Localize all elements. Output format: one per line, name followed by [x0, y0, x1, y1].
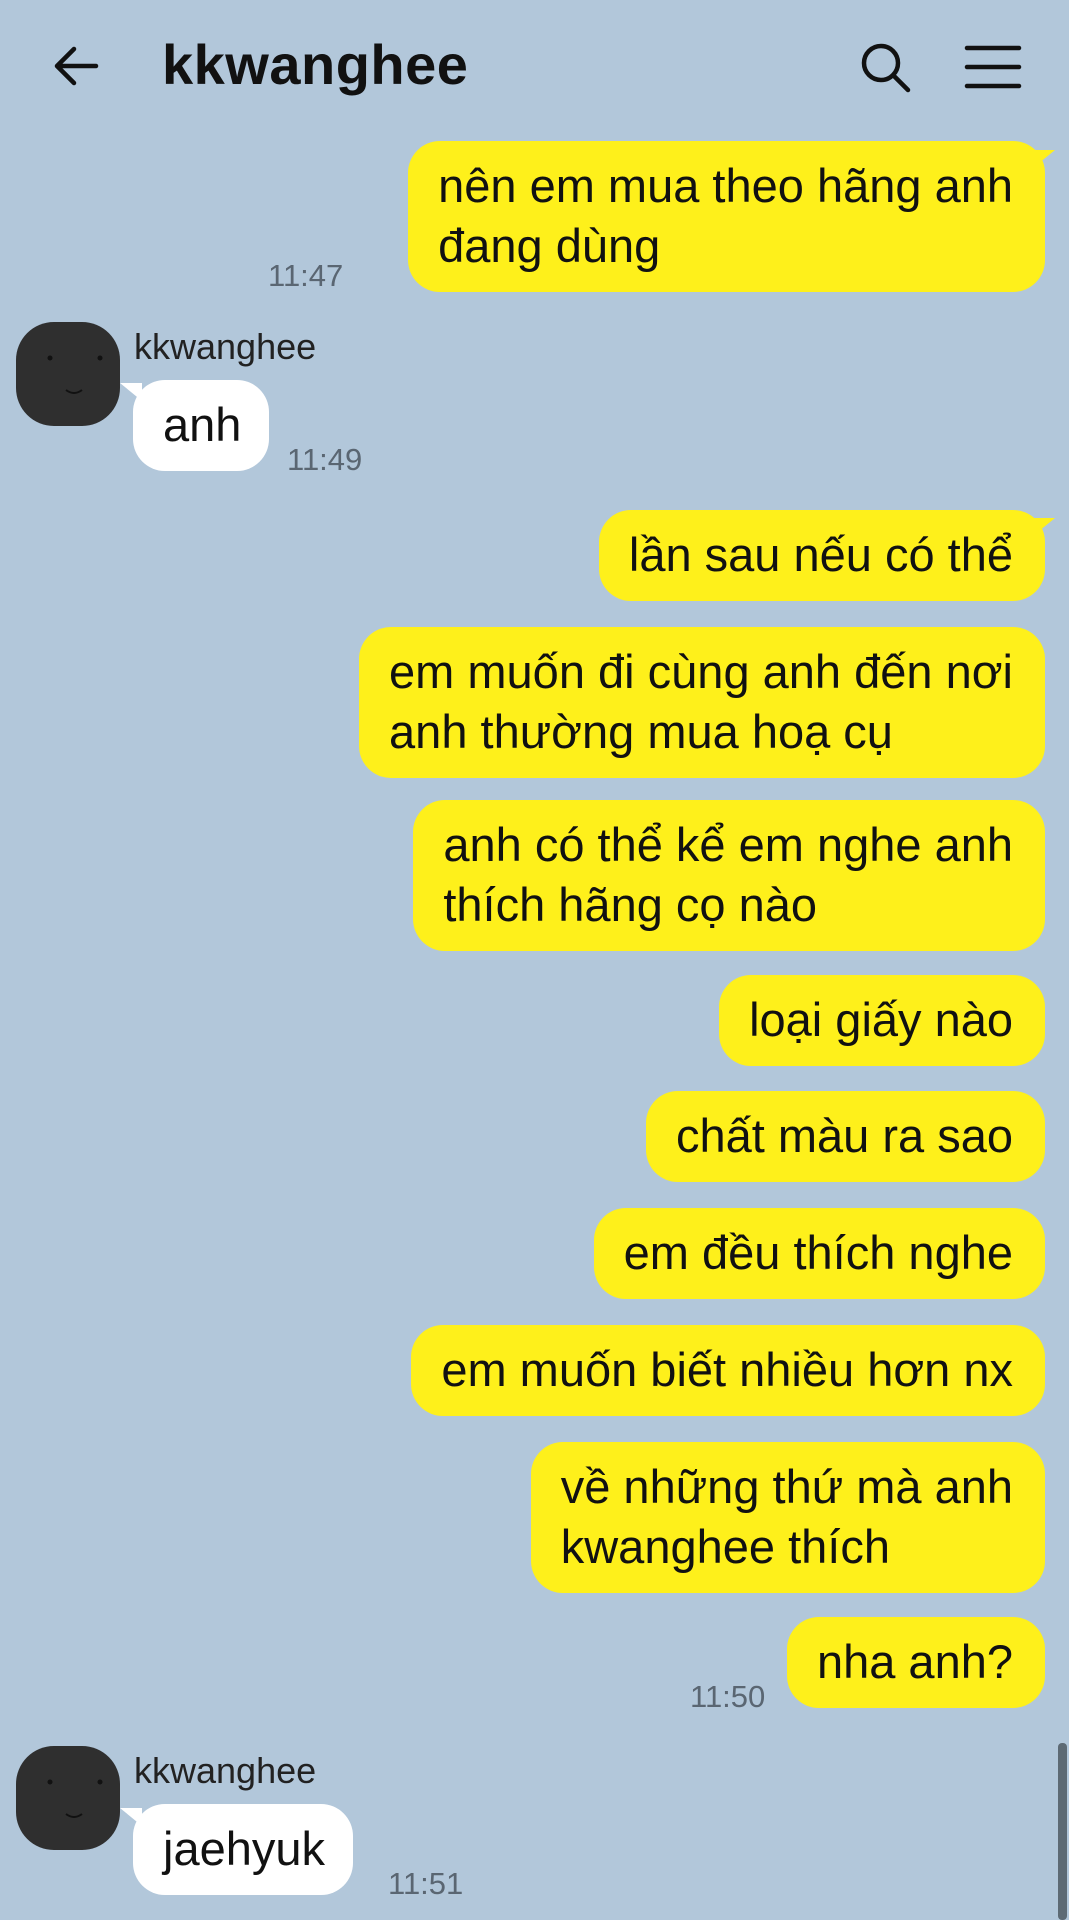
message-line: em muốn đi cùng anh đến nơi: [389, 645, 1013, 698]
my-message-bubble[interactable]: anh có thể kể em nghe anh thích hãng cọ …: [413, 800, 1045, 951]
message-time: 11:47: [268, 258, 344, 293]
message-line: chất màu ra sao: [675, 1109, 1013, 1162]
avatar[interactable]: [16, 1746, 120, 1850]
bubble-tail: [1033, 150, 1055, 168]
sender-name: kkwanghee: [134, 1750, 317, 1791]
arrow-left-icon: [54, 46, 99, 86]
their-message-bubble[interactable]: jaehyuk: [133, 1804, 353, 1895]
message-time: 11:49: [287, 442, 363, 477]
message-line: anh thường mua hoạ cụ: [389, 705, 893, 758]
search-icon: [861, 43, 911, 93]
my-message-bubble[interactable]: nên em mua theo hãng anh đang dùng: [408, 141, 1045, 292]
message-line: jaehyuk: [163, 1822, 325, 1875]
sender-name: kkwanghee: [134, 326, 317, 367]
message-line: kwanghee thích: [560, 1520, 890, 1573]
my-message-bubble[interactable]: nha anh?: [786, 1617, 1045, 1708]
message-line: em muốn biết nhiều hơn nx: [441, 1343, 1013, 1396]
hamburger-menu-icon: [964, 45, 1022, 89]
back-button[interactable]: [46, 38, 106, 98]
my-message-bubble[interactable]: về những thứ mà anh kwanghee thích: [530, 1442, 1045, 1593]
message-line: loại giấy nào: [749, 993, 1013, 1046]
message-line: anh có thể kể em nghe anh: [443, 818, 1013, 871]
message-time: 11:51: [388, 1866, 464, 1901]
my-message-bubble[interactable]: em muốn đi cùng anh đến nơi anh thường m…: [359, 627, 1045, 778]
message-line: anh: [163, 398, 242, 451]
chat-header: kkwanghee: [0, 0, 1069, 130]
message-line: em đều thích nghe: [623, 1226, 1013, 1279]
message-time: 11:50: [690, 1679, 766, 1714]
message-line: lần sau nếu có thể: [628, 528, 1013, 581]
menu-button[interactable]: [963, 40, 1023, 96]
message-line: đang dùng: [438, 219, 661, 272]
message-line: về những thứ mà anh: [560, 1460, 1013, 1513]
my-message-bubble[interactable]: em muốn biết nhiều hơn nx: [411, 1325, 1045, 1416]
message-line: thích hãng cọ nào: [443, 878, 818, 931]
chat-title: kkwanghee: [162, 33, 469, 96]
my-message-bubble[interactable]: lần sau nếu có thể: [598, 510, 1045, 601]
scrollbar[interactable]: [1058, 1743, 1067, 1920]
my-message-bubble[interactable]: chất màu ra sao: [645, 1091, 1045, 1182]
bubble-tail: [1033, 518, 1055, 536]
message-line: nên em mua theo hãng anh: [438, 159, 1013, 212]
search-button[interactable]: [855, 38, 917, 100]
my-message-bubble[interactable]: em đều thích nghe: [593, 1208, 1045, 1299]
their-message-bubble[interactable]: anh: [133, 380, 270, 471]
avatar[interactable]: [16, 322, 120, 426]
message-line: nha anh?: [816, 1635, 1013, 1688]
avatar-face-icon: [47, 355, 103, 394]
my-message-bubble[interactable]: loại giấy nào: [719, 975, 1045, 1066]
avatar-face-icon: [47, 1779, 103, 1818]
